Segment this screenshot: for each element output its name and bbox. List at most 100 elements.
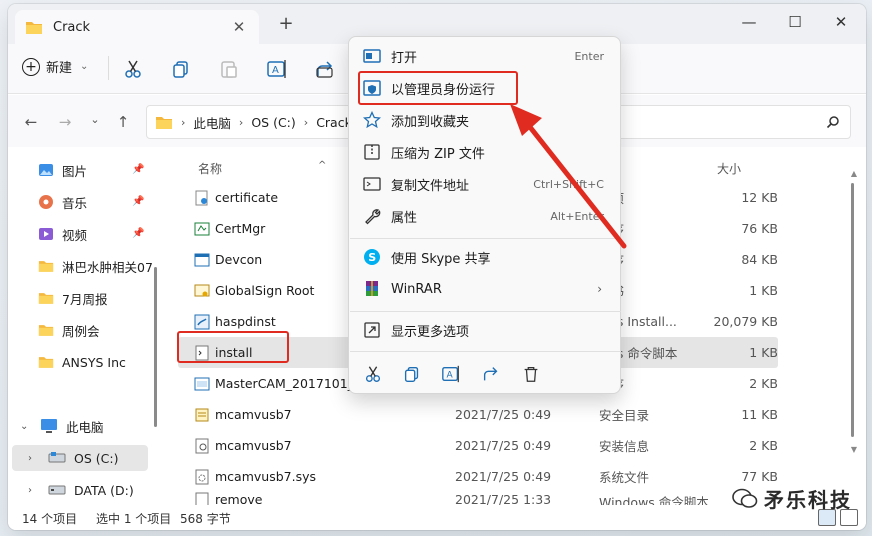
breadcrumb-separator: › [303,115,309,129]
sidebar-item-music[interactable]: 音乐 [38,189,87,215]
app-icon [194,222,210,235]
maximize-button[interactable]: ☐ [772,10,818,34]
sidebar-item-label: ANSYS Inc [62,354,126,370]
table-row[interactable]: mcamvusb7.sys 2021/7/25 0:49 系统文件 77 KB [178,461,778,492]
sidebar-item-label: 图片 [62,163,88,179]
sidebar-item-label: 此电脑 [66,419,104,435]
new-button[interactable]: + 新建 ⌄ [22,57,88,76]
column-header-name[interactable]: 名称 [198,160,222,177]
file-date: 2021/7/25 0:49 [455,407,552,422]
breadcrumb-os-c[interactable]: OS (C:) [251,115,295,130]
file-size: 1 KB [749,345,778,360]
menu-item-open[interactable]: 打开 Enter [355,41,614,71]
more-options-icon [364,322,380,338]
chevron-right-icon[interactable]: › [28,453,40,464]
sidebar-item-os-c[interactable]: › OS (C:) [12,445,148,471]
new-tab-button[interactable]: + [274,13,298,34]
star-icon [363,111,381,129]
breadcrumb-this-pc[interactable]: 此电脑 [193,113,231,132]
installer-icon [194,314,210,329]
pc-icon [41,419,57,433]
close-tab-icon[interactable]: ✕ [229,18,249,36]
highlight-box-run-as-admin [358,71,518,105]
file-name: Devcon [215,252,263,267]
winrar-icon [366,281,378,296]
copy-icon[interactable] [402,364,422,384]
table-row[interactable]: mcamvusb7 2021/7/25 0:49 安全目录 11 KB [178,399,778,430]
highlight-box-install [177,331,289,363]
paste-icon[interactable] [218,58,240,80]
chevron-right-icon[interactable]: › [28,485,40,496]
share-icon[interactable] [314,58,336,80]
scroll-down-icon[interactable]: ▼ [851,445,857,454]
file-type: 安全目录 [599,408,650,423]
column-header-size[interactable]: 大小 [717,160,741,177]
recent-chevron-icon[interactable]: ⌄ [84,113,106,126]
wechat-logo-icon [732,488,758,508]
menu-item-label: 复制文件地址 [391,178,470,194]
folder-icon [38,325,54,336]
navigation-pane: 图片 📌 音乐 📌 视频 📌 淋巴水肿相关07 7月周报 周例会 ANSYS I… [8,147,158,505]
video-icon [39,228,53,240]
menu-divider [350,351,621,352]
forward-arrow-icon[interactable]: → [54,113,76,131]
file-size: 77 KB [741,469,778,484]
sidebar-item-folder[interactable]: ANSYS Inc [38,349,126,375]
file-size: 2 KB [749,376,778,391]
new-label: 新建 [46,61,73,76]
inf-icon [195,438,209,453]
catalog-icon [195,408,209,421]
pin-icon[interactable]: 📌 [132,164,144,175]
cut-icon[interactable] [122,58,144,80]
sidebar-item-video[interactable]: 视频 [38,221,87,247]
copy-icon[interactable] [170,58,192,80]
selection-count: 选中 1 个项目 [96,512,172,526]
copy-path-icon [363,177,381,191]
sort-up-icon: ^ [318,160,327,171]
folder-icon [156,116,172,129]
sidebar-item-folder[interactable]: 淋巴水肿相关07 [38,253,153,279]
sidebar-item-folder[interactable]: 7月周报 [38,285,107,311]
tab-crack[interactable]: Crack ✕ [15,10,259,44]
breadcrumb-crack[interactable]: Crack [316,115,352,130]
file-size: 84 KB [741,252,778,267]
menu-quick-actions: A [349,359,620,389]
file-name: mcamvusb7 [215,438,292,453]
table-row[interactable]: mcamvusb7 2021/7/25 0:49 安装信息 2 KB [178,430,778,461]
up-arrow-icon[interactable]: ↑ [112,113,134,131]
cut-icon[interactable] [363,364,383,384]
file-date: 2021/7/25 1:33 [455,492,552,505]
sidebar-item-folder[interactable]: 周例会 [38,317,100,343]
menu-item-more-options[interactable]: 显示更多选项 [355,315,614,345]
menu-item-shortcut: Enter [574,49,604,63]
rename-icon[interactable]: A [441,364,461,384]
table-row[interactable]: remove 2021/7/25 1:33 Windows 命令脚本 [178,492,778,505]
pin-icon[interactable]: 📌 [132,228,144,239]
minimize-button[interactable]: — [726,10,772,34]
sidebar-item-this-pc[interactable]: ⌄ 此电脑 [20,413,104,439]
scroll-up-icon[interactable]: ▲ [851,169,857,178]
pin-icon[interactable]: 📌 [132,196,144,207]
pictures-icon [39,164,53,176]
rename-icon[interactable]: A [266,58,288,80]
delete-icon[interactable] [521,364,541,384]
search-icon[interactable] [826,115,840,129]
folder-icon [38,261,54,272]
file-list-scrollbar[interactable] [851,183,854,437]
file-size: 2 KB [749,438,778,453]
menu-item-winrar[interactable]: WinRAR › [355,274,614,304]
sidebar-item-data-d[interactable]: › DATA (D:) [28,477,134,503]
sidebar-item-label: 音乐 [62,195,88,211]
sidebar-item-label: OS (C:) [74,450,119,466]
plus-icon: + [22,57,40,76]
menu-item-label: 使用 Skype 共享 [391,251,491,267]
file-size: 1 KB [749,283,778,298]
tab-title: Crack [53,19,91,35]
share-icon[interactable] [481,364,501,384]
close-window-button[interactable]: ✕ [818,10,864,34]
file-date: 2021/7/25 0:49 [455,438,552,453]
sidebar-scrollbar[interactable] [154,267,157,427]
back-arrow-icon[interactable]: ← [20,113,42,131]
chevron-down-icon[interactable]: ⌄ [20,421,32,432]
sidebar-item-pictures[interactable]: 图片 [38,157,87,183]
